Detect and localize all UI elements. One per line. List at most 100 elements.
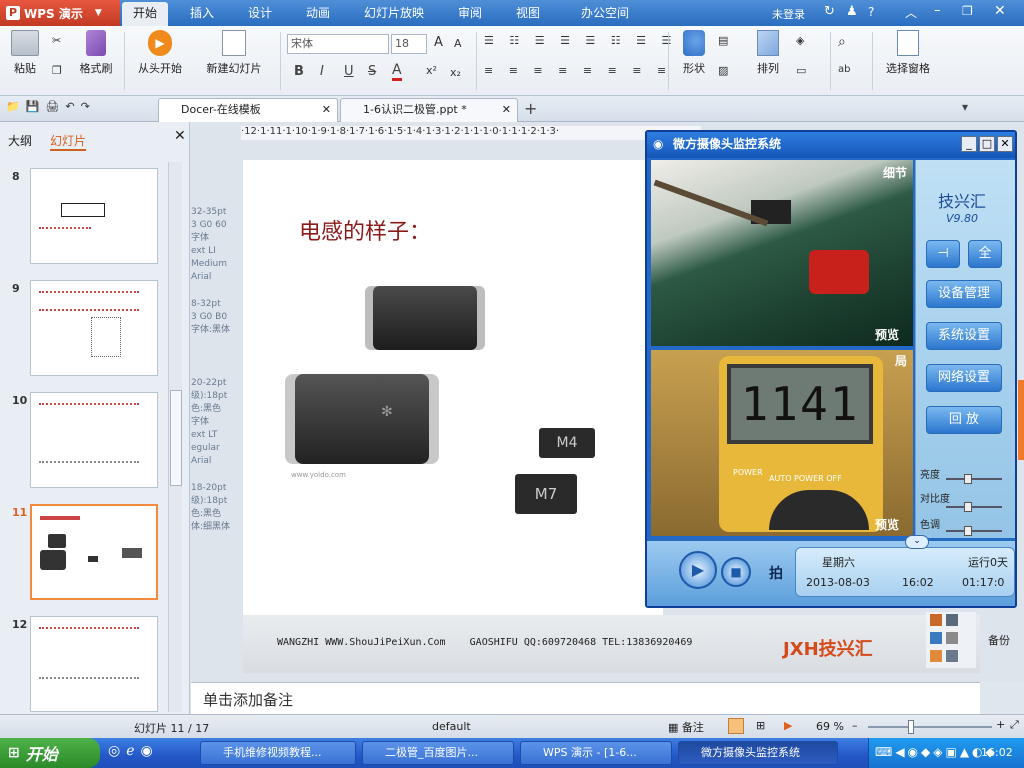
fill-color-icon[interactable]: ◈ bbox=[796, 34, 804, 47]
taskbar-item-wps[interactable]: WPS 演示 - [1-6... bbox=[520, 741, 672, 765]
palette-swatch[interactable] bbox=[930, 650, 942, 662]
maximize-icon[interactable]: □ bbox=[979, 136, 995, 152]
scrollbar-thumb[interactable] bbox=[170, 390, 182, 486]
align-buttons[interactable]: ≡ ≡ ≡ ≡ ≡ ≡ ≡ ≡ bbox=[484, 64, 672, 77]
slideshow-view-icon[interactable]: ▶ bbox=[784, 719, 792, 732]
wps-menu-button[interactable]: P WPS 演示 ▼ bbox=[0, 0, 120, 26]
close-icon[interactable]: ✕ bbox=[997, 136, 1013, 152]
tab-slides[interactable]: 幻灯片 bbox=[50, 132, 87, 151]
sorter-view-icon[interactable]: ⊞ bbox=[756, 719, 765, 732]
format-painter-button[interactable]: 格式刷 bbox=[76, 30, 116, 76]
list-buttons[interactable]: ☰ ☷ ☰ ☰ ☰ ☷ ☰ ☰ bbox=[484, 34, 677, 47]
close-icon[interactable]: ✕ bbox=[502, 99, 511, 121]
contrast-slider[interactable] bbox=[946, 502, 1002, 512]
slide-thumbnail-selected[interactable] bbox=[30, 504, 158, 600]
zoom-slider-thumb[interactable] bbox=[908, 720, 914, 734]
bold-button[interactable]: B bbox=[294, 64, 304, 79]
palette-swatch[interactable] bbox=[946, 632, 958, 644]
slider-thumb[interactable] bbox=[964, 502, 972, 512]
notes-placeholder[interactable]: 单击添加备注 bbox=[203, 689, 293, 710]
login-link[interactable]: 未登录 bbox=[772, 6, 805, 22]
tab-review[interactable]: 审阅 bbox=[448, 0, 492, 26]
slide-thumbnail[interactable] bbox=[30, 616, 158, 712]
picture-icon[interactable]: ▨ bbox=[718, 64, 728, 77]
pin-button[interactable]: ⊣ bbox=[926, 240, 960, 268]
zoom-out-icon[interactable]: – bbox=[852, 719, 858, 732]
tab-docer-templates[interactable]: Docer-在线模板 ✕ bbox=[158, 98, 338, 122]
paste-button[interactable]: 粘贴 bbox=[8, 30, 42, 76]
palette-swatch[interactable] bbox=[930, 632, 942, 644]
snapshot-button[interactable]: 拍 bbox=[769, 563, 783, 583]
slide-thumbnail[interactable] bbox=[30, 392, 158, 488]
close-icon[interactable]: ✕ bbox=[994, 3, 1006, 19]
minimize-icon[interactable]: – bbox=[934, 3, 941, 18]
tab-office-space[interactable]: 办公空间 bbox=[572, 0, 638, 26]
outline-color-icon[interactable]: ▭ bbox=[796, 64, 806, 77]
slide-thumbnail[interactable] bbox=[30, 280, 158, 376]
close-icon[interactable]: ✕ bbox=[322, 99, 331, 121]
slider-thumb[interactable] bbox=[964, 474, 972, 484]
fit-window-icon[interactable]: ⤢ bbox=[1010, 718, 1019, 732]
from-start-button[interactable]: ▶ 从头开始 bbox=[130, 30, 190, 76]
taskbar-item-browser-1[interactable]: 手机维修视频教程... bbox=[200, 741, 356, 765]
textbox-icon[interactable]: ▤ bbox=[718, 34, 728, 47]
tab-slideshow[interactable]: 幻灯片放映 bbox=[358, 0, 430, 26]
subscript-icon[interactable]: x₂ bbox=[450, 66, 461, 79]
zoom-in-icon[interactable]: + bbox=[996, 718, 1005, 731]
start-button[interactable]: ⊞ 开始 bbox=[0, 738, 100, 768]
arrange-button[interactable]: 排列 bbox=[750, 30, 786, 76]
tab-insert[interactable]: 插入 bbox=[180, 0, 224, 26]
backup-label[interactable]: 备份 bbox=[988, 632, 1010, 648]
help-icon[interactable]: ? bbox=[868, 5, 874, 19]
palette-swatch[interactable] bbox=[946, 614, 958, 626]
taskbar-item-browser-2[interactable]: 二极管_百度图片... bbox=[362, 741, 514, 765]
tab-menu-icon[interactable]: ▾ bbox=[962, 100, 968, 114]
network-settings-button[interactable]: 网络设置 bbox=[926, 364, 1002, 392]
superscript-icon[interactable]: x² bbox=[426, 64, 437, 77]
minimize-icon[interactable]: _ bbox=[961, 136, 977, 152]
font-size-select[interactable]: 18 bbox=[391, 34, 427, 54]
camera-window-titlebar[interactable]: ◉ 微方摄像头监控系统 bbox=[647, 132, 1015, 158]
quick-launch[interactable]: ◎ℯ◉ bbox=[108, 743, 159, 759]
chevron-down-icon[interactable]: ⌄ bbox=[905, 535, 929, 549]
skin-icon[interactable]: ↻ bbox=[824, 4, 835, 19]
camera-feed-multimeter[interactable]: 1141 POWER AUTO POWER OFF 局 预览 bbox=[651, 350, 913, 536]
strikethrough-button[interactable]: S bbox=[368, 64, 376, 79]
find-replace-icon[interactable]: ⌕ bbox=[838, 34, 846, 50]
new-tab-icon[interactable]: + bbox=[524, 99, 537, 118]
shrink-font-icon[interactable]: A bbox=[454, 37, 462, 50]
tray-icons[interactable]: ⌨◀◉◆◈▣▲◐◆ bbox=[875, 745, 998, 759]
close-pane-icon[interactable]: ✕ bbox=[174, 128, 186, 144]
select-pane-button[interactable]: 选择窗格 bbox=[880, 30, 936, 76]
tab-design[interactable]: 设计 bbox=[238, 0, 282, 26]
spellcheck-icon[interactable]: ab bbox=[838, 64, 850, 75]
notes-toggle[interactable]: ▦ 备注 bbox=[668, 719, 704, 735]
slide-title[interactable]: 电感的样子： bbox=[299, 214, 431, 246]
fullscreen-button[interactable]: 全 bbox=[968, 240, 1002, 268]
quick-access-toolbar[interactable]: 📁💾🖨↶↷ bbox=[6, 100, 96, 113]
hue-slider[interactable] bbox=[946, 526, 1002, 536]
tab-animation[interactable]: 动画 bbox=[296, 0, 340, 26]
brightness-slider[interactable] bbox=[946, 474, 1002, 484]
italic-button[interactable]: I bbox=[320, 64, 324, 79]
palette-swatch[interactable] bbox=[930, 614, 942, 626]
font-color-button[interactable]: A bbox=[392, 62, 402, 81]
device-manage-button[interactable]: 设备管理 bbox=[926, 280, 1002, 308]
playback-button[interactable]: 回 放 bbox=[926, 406, 1002, 434]
new-slide-button[interactable]: 新建幻灯片 bbox=[196, 30, 272, 76]
normal-view-icon[interactable] bbox=[728, 718, 744, 734]
taskbar-item-camera[interactable]: 微方摄像头监控系统 bbox=[678, 741, 838, 765]
side-panel-tab[interactable] bbox=[1018, 380, 1024, 460]
tab-current-document[interactable]: 1-6认识二极管.ppt * ✕ bbox=[340, 98, 518, 122]
shirt-icon[interactable]: ♟ bbox=[846, 4, 858, 19]
font-name-select[interactable]: 宋体 bbox=[287, 34, 389, 54]
shape-button[interactable]: 形状 bbox=[676, 30, 712, 76]
restore-icon[interactable]: ❐ bbox=[962, 4, 973, 18]
clock[interactable]: 16:02 bbox=[981, 746, 1013, 759]
stop-button[interactable]: ■ bbox=[721, 557, 751, 587]
scissors-icon[interactable]: ✂ bbox=[52, 34, 61, 47]
camera-monitor-window[interactable]: ◉ 微方摄像头监控系统 _ □ ✕ 细节 预览 1141 POWER AUTO … bbox=[645, 130, 1017, 608]
system-settings-button[interactable]: 系统设置 bbox=[926, 322, 1002, 350]
collapse-ribbon-icon[interactable]: ︿ bbox=[905, 4, 917, 21]
grow-font-icon[interactable]: A bbox=[434, 35, 443, 50]
